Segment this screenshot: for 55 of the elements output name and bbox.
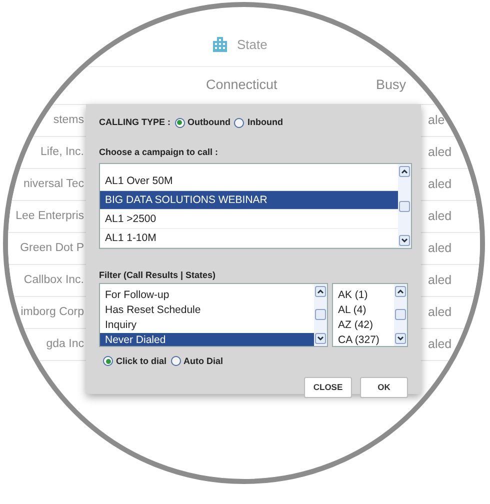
table-cell-text: Green Dot P bbox=[19, 240, 84, 256]
chevron-down-icon[interactable] bbox=[316, 336, 324, 340]
building-icon bbox=[213, 35, 227, 52]
list-item[interactable]: Never Dialed bbox=[100, 332, 314, 346]
scrollbar-thumb[interactable] bbox=[395, 309, 406, 320]
chevron-up-icon[interactable] bbox=[401, 169, 408, 174]
dialog-button[interactable]: CLOSE bbox=[304, 377, 352, 398]
dialog-button[interactable]: OK bbox=[360, 377, 408, 398]
chevron-down-icon[interactable] bbox=[401, 238, 408, 243]
list-item[interactable]: Has Reset Schedule bbox=[100, 302, 314, 318]
list-item[interactable]: AL1 1-10M bbox=[100, 229, 398, 248]
list-item[interactable]: AL (4) bbox=[332, 302, 394, 318]
list-item[interactable]: BIG DATA SOLUTIONS WEBINAR bbox=[100, 191, 398, 210]
table-cell-text: Lee Enterpris bbox=[14, 208, 84, 224]
radio-label[interactable]: Auto Dial bbox=[184, 354, 224, 368]
radio-button[interactable] bbox=[103, 356, 113, 366]
table-cell-text: aled bbox=[428, 240, 452, 258]
table-cell-text: imborg Corp bbox=[20, 304, 84, 320]
scrollbar[interactable] bbox=[394, 284, 407, 346]
table-cell-text: Life, Inc. bbox=[40, 144, 84, 160]
radio-button[interactable] bbox=[170, 356, 181, 366]
table-cell-text: aled bbox=[428, 272, 452, 290]
list-item[interactable]: AZ (42) bbox=[332, 318, 394, 332]
table-cell-text: aled bbox=[428, 208, 452, 226]
chevron-up-icon[interactable] bbox=[316, 288, 324, 294]
scrollbar[interactable] bbox=[314, 284, 327, 346]
list-item[interactable]: Inquiry bbox=[100, 318, 314, 332]
chevron-down-icon[interactable] bbox=[397, 336, 404, 340]
field-label: Choose a campaign to call : bbox=[99, 146, 220, 159]
field-label: CALLING TYPE : bbox=[99, 116, 170, 129]
radio-button[interactable] bbox=[234, 118, 244, 128]
table-cell-text: niversal Tec bbox=[22, 176, 84, 192]
table-cell-text: gda Inc bbox=[45, 336, 84, 352]
list-item[interactable]: AK (1) bbox=[332, 288, 394, 302]
list-item[interactable]: CA (327) bbox=[332, 332, 394, 346]
list-item[interactable]: For Follow-up bbox=[100, 288, 314, 302]
table-cell-text: aled bbox=[428, 304, 452, 322]
table-cell-text: aled bbox=[428, 144, 452, 162]
field-label: Filter (Call Results | States) bbox=[99, 269, 217, 282]
table-cell-text: Callbox Inc. bbox=[22, 272, 84, 288]
table-cell-text: Connecticut bbox=[206, 76, 278, 94]
radio-label[interactable]: Outbound bbox=[188, 116, 230, 130]
radio-label[interactable]: Inbound bbox=[247, 116, 283, 130]
radio-button[interactable] bbox=[174, 118, 184, 128]
table-cell-text: aled bbox=[428, 336, 452, 354]
table-cell-text: stems bbox=[52, 112, 84, 128]
chevron-up-icon[interactable] bbox=[397, 288, 404, 294]
scrollbar-thumb[interactable] bbox=[399, 200, 410, 212]
table-cell-text: Busy bbox=[376, 76, 406, 94]
table-cell-text: ale bbox=[428, 112, 445, 130]
scrollbar-thumb[interactable] bbox=[314, 309, 326, 320]
radio-label[interactable]: Click to dial bbox=[116, 354, 167, 368]
list-item[interactable]: AL1 >2500 bbox=[100, 210, 398, 229]
scrollbar[interactable] bbox=[398, 164, 411, 248]
table-cell-text: aled bbox=[428, 176, 452, 194]
